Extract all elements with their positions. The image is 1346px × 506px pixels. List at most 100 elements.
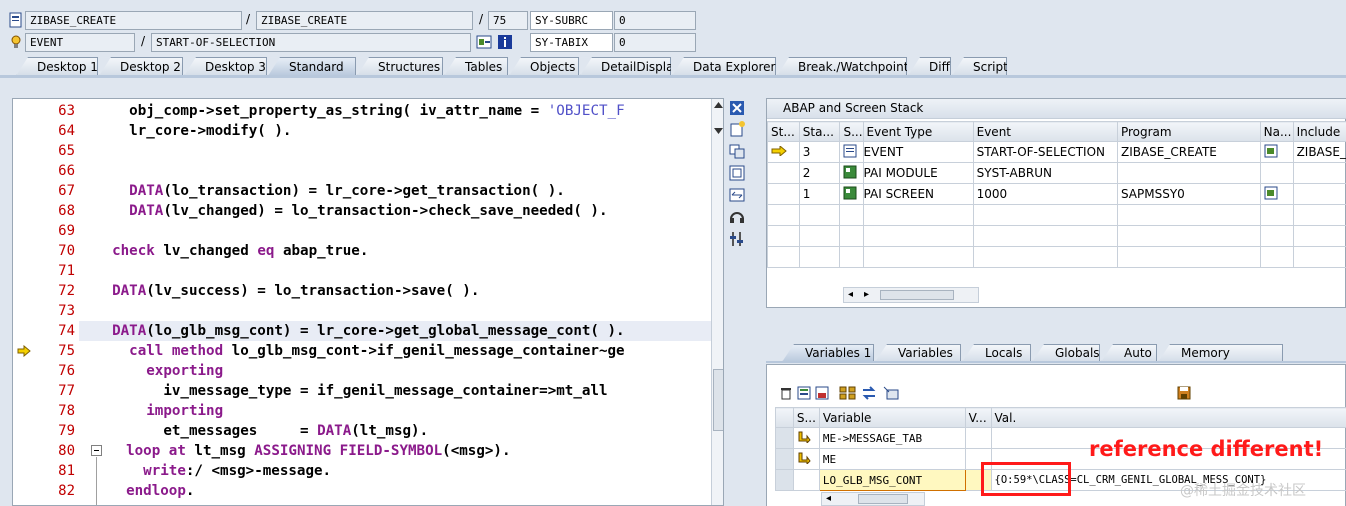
line-number: 78 xyxy=(58,403,75,419)
services-icon[interactable] xyxy=(729,209,745,225)
export-icon[interactable] xyxy=(815,386,829,400)
tab-desktop-1[interactable]: Desktop 1 xyxy=(16,57,98,76)
include-name xyxy=(1292,183,1346,205)
scroll-down-icon[interactable] xyxy=(714,127,723,135)
new-tool-icon[interactable] xyxy=(729,121,745,137)
code-line: iv_message_type = if_genil_message_conta… xyxy=(95,383,608,399)
tab-script[interactable]: Script xyxy=(952,57,1007,76)
col-header[interactable]: Na... xyxy=(1259,121,1294,142)
col-header[interactable]: S... xyxy=(792,407,820,428)
scroll-right-icon[interactable]: ▸ xyxy=(864,289,869,300)
delete-icon[interactable] xyxy=(779,386,793,400)
col-header[interactable]: Sta... xyxy=(798,121,841,142)
open-object-icon[interactable] xyxy=(883,386,899,400)
col-header[interactable]: St... xyxy=(767,121,800,142)
tab-tables[interactable]: Tables xyxy=(444,57,508,76)
code-line: importing xyxy=(146,403,224,419)
line-field[interactable]: 75 xyxy=(488,11,528,30)
col-header[interactable]: Event Type xyxy=(862,121,974,142)
hierarchy-icon[interactable] xyxy=(839,386,857,400)
sysfield-1[interactable]: SY-SUBRC xyxy=(530,11,613,30)
close-icon[interactable] xyxy=(729,100,745,116)
scroll-thumb[interactable] xyxy=(858,494,908,504)
col-header[interactable]: Program xyxy=(1116,121,1261,142)
scroll-left-icon[interactable]: ◂ xyxy=(826,493,831,504)
variable-name-input[interactable]: LO_GLB_MSG_CONT xyxy=(818,469,966,491)
variables-horizontal-scrollbar[interactable]: ◂ xyxy=(821,492,925,506)
table-row[interactable]: 3 EVENT START-OF-SELECTION ZIBASE_CREATE… xyxy=(767,141,1346,163)
tab-memory-analysis[interactable]: Memory Analysis xyxy=(1158,344,1283,362)
replace-tool-icon[interactable] xyxy=(729,143,745,159)
separator: / xyxy=(479,12,484,26)
line-number: 73 xyxy=(58,303,75,319)
tab-variables-2[interactable]: Variables 2 xyxy=(875,344,961,362)
tab-breakpoints[interactable]: Break./Watchpoints xyxy=(777,57,907,76)
info-icon[interactable] xyxy=(497,34,513,50)
col-header[interactable]: Val. xyxy=(990,407,1346,428)
stack-table[interactable]: St... Sta... S... Event Type Event Progr… xyxy=(767,121,1346,268)
include-name: ZIBASE_C xyxy=(1292,141,1346,163)
col-header[interactable]: V... xyxy=(964,407,992,428)
tab-locals[interactable]: Locals xyxy=(962,344,1031,362)
navigate-icon[interactable] xyxy=(1264,144,1280,158)
stack-horizontal-scrollbar[interactable]: ◂ ▸ xyxy=(843,287,979,303)
transfer-icon[interactable] xyxy=(861,386,877,400)
sysfield-2[interactable]: SY-TABIX xyxy=(530,33,613,52)
tab-desktop-2[interactable]: Desktop 2 xyxy=(99,57,183,76)
scroll-thumb[interactable] xyxy=(880,290,954,300)
include-field[interactable]: ZIBASE_CREATE xyxy=(256,11,473,30)
col-header[interactable]: S... xyxy=(839,121,864,142)
collapse-icon[interactable] xyxy=(91,445,102,456)
editor-vertical-scrollbar[interactable] xyxy=(711,99,723,505)
line-number: 80 xyxy=(58,443,75,459)
line-number: 70 xyxy=(58,243,75,259)
maximize-icon[interactable] xyxy=(729,165,745,181)
scroll-thumb[interactable] xyxy=(713,369,723,431)
program-name xyxy=(1116,162,1261,184)
import-icon[interactable] xyxy=(797,386,811,400)
tool-settings-icon[interactable] xyxy=(729,231,745,247)
program-name: ZIBASE_CREATE xyxy=(1116,141,1261,163)
event-field: START-OF-SELECTION xyxy=(151,33,471,52)
tab-data-explorer[interactable]: Data Explorer xyxy=(672,57,776,76)
line-number: 79 xyxy=(58,423,75,439)
line-number: 69 xyxy=(58,223,75,239)
code-line: write:/ <msg>-message. xyxy=(143,463,332,479)
tab-diff[interactable]: Diff xyxy=(908,57,951,76)
line-number: 66 xyxy=(58,163,75,179)
col-header[interactable]: Variable xyxy=(818,407,966,428)
tab-standard[interactable]: Standard xyxy=(268,57,356,76)
tab-structures[interactable]: Structures xyxy=(357,57,443,76)
scroll-left-icon[interactable]: ◂ xyxy=(848,289,853,300)
tab-objects[interactable]: Objects xyxy=(509,57,579,76)
col-header[interactable]: Include xyxy=(1292,121,1346,142)
col-header[interactable]: Event xyxy=(972,121,1118,142)
code-line: loop at lt_msg ASSIGNING FIELD-SYMBOL(<m… xyxy=(126,443,511,459)
program-name: SAPMSSY0 xyxy=(1116,183,1261,205)
tab-variables-1[interactable]: Variables 1 xyxy=(782,344,874,362)
active-arrow-icon xyxy=(771,144,787,158)
variable-name[interactable]: ME xyxy=(818,448,966,470)
tab-auto[interactable]: Auto xyxy=(1101,344,1157,362)
line-number: 65 xyxy=(58,143,75,159)
save-icon[interactable] xyxy=(1177,386,1191,400)
tab-underline xyxy=(0,75,1346,78)
tab-desktop-3[interactable]: Desktop 3 xyxy=(184,57,267,76)
source-editor[interactable]: 63 obj_comp->set_property_as_string( iv_… xyxy=(12,98,724,506)
stack-title: ABAP and Screen Stack xyxy=(783,101,924,115)
scroll-up-icon[interactable] xyxy=(714,101,723,109)
line-number: 64 xyxy=(58,123,75,139)
sysvalue-1: 0 xyxy=(614,11,696,30)
swap-icon[interactable] xyxy=(729,187,745,203)
tab-detaildisplay[interactable]: DetailDisplay xyxy=(580,57,671,76)
variable-name[interactable]: ME->MESSAGE_TAB xyxy=(818,427,966,449)
code-line: DATA(lv_success) = lo_transaction->save(… xyxy=(112,283,480,299)
navigate-icon[interactable] xyxy=(476,34,492,50)
table-row[interactable]: 2 PAI MODULE SYST-ABRUN xyxy=(767,162,1346,184)
stack-level: 3 xyxy=(798,141,841,163)
stack-panel: ABAP and Screen Stack St... Sta... S... … xyxy=(766,98,1346,308)
navigate-icon[interactable] xyxy=(1264,186,1280,200)
program-field[interactable]: ZIBASE_CREATE xyxy=(25,11,242,30)
tab-globals[interactable]: Globals xyxy=(1032,344,1100,362)
table-row[interactable]: 1 PAI SCREEN 1000 SAPMSSY0 xyxy=(767,183,1346,205)
